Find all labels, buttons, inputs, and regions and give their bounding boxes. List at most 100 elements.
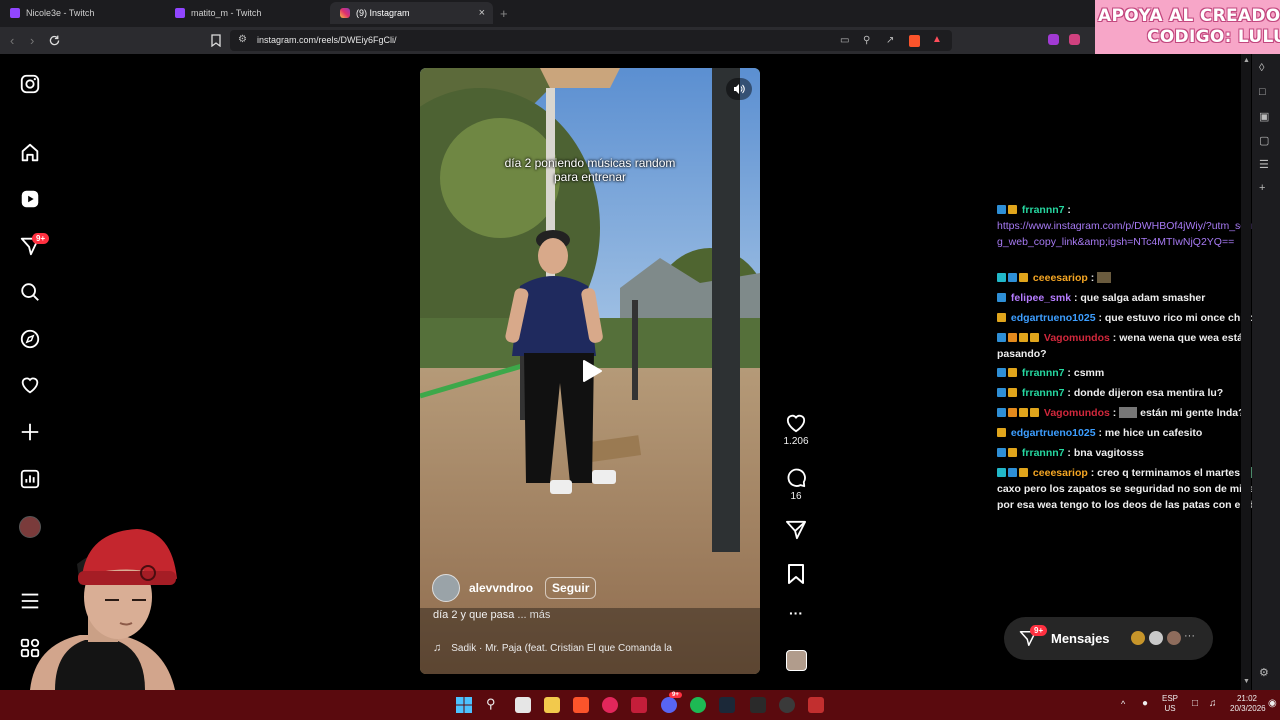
comment-count: 16: [790, 491, 802, 502]
settings-gear-icon[interactable]: ⚙: [1259, 666, 1269, 679]
reading-list-icon[interactable]: ☰: [1259, 158, 1269, 171]
chat-text: creo q terminamos el martes: [1097, 467, 1241, 479]
discord-icon[interactable]: [661, 697, 677, 713]
notifications-icon[interactable]: ◉: [1268, 698, 1277, 709]
chat-text: bna vagitosss: [1073, 447, 1144, 459]
play-icon[interactable]: [573, 354, 607, 388]
brave-browser-icon[interactable]: [573, 697, 589, 713]
bookmark-icon[interactable]: [211, 34, 221, 47]
file-explorer-icon[interactable]: [544, 697, 560, 713]
reel-music[interactable]: ♫ Sadik · Mr. Paja (feat. Cristian El qu…: [433, 642, 672, 654]
follow-button[interactable]: Seguir: [545, 577, 597, 599]
promo-line-1: APOYA AL CREADOR: [1098, 6, 1280, 26]
app-icon[interactable]: [808, 697, 824, 713]
explore-icon[interactable]: [19, 328, 41, 350]
microphone-icon[interactable]: ●: [1142, 698, 1148, 709]
promo-line-2: CODIGO: LULUI: [1147, 27, 1280, 47]
more-link[interactable]: ... más: [517, 609, 550, 621]
badge-icon: [1019, 333, 1028, 342]
home-icon[interactable]: [19, 142, 41, 164]
author-name[interactable]: alevvndroo: [469, 581, 533, 595]
options-button[interactable]: ···: [782, 605, 810, 621]
chat-sep: :: [1109, 332, 1120, 344]
close-tab-icon[interactable]: ×: [479, 7, 485, 19]
author-avatar[interactable]: [432, 574, 460, 602]
sound-toggle-button[interactable]: [726, 78, 752, 100]
history-icon[interactable]: ▢: [1259, 134, 1269, 147]
audio-thumbnail[interactable]: [786, 650, 807, 671]
screen: { "browser": { "tabs": [ {"title": "Nico…: [0, 0, 1280, 720]
tab-instagram[interactable]: (9) Instagram ×: [330, 2, 493, 24]
badge-icon: [1008, 468, 1017, 477]
chat-link[interactable]: https://www.instagram.com/p/DWHBOf4jWiy/…: [997, 218, 1277, 250]
back-icon[interactable]: ‹: [10, 33, 14, 48]
share-icon[interactable]: ↗: [886, 35, 894, 46]
search-icon[interactable]: [19, 281, 41, 303]
stream-chat-overlay: frrannn7 : https://www.instagram.com/p/D…: [994, 195, 1280, 515]
media-player-icon[interactable]: [602, 697, 618, 713]
address-bar[interactable]: ⚙ instagram.com/reels/DWEiy6FgCli/ ▭ ⚲ ↗…: [230, 30, 952, 51]
zoom-icon[interactable]: ⚲: [863, 35, 870, 46]
network-icon[interactable]: □: [1192, 698, 1198, 709]
volume-icon[interactable]: ♫: [1209, 698, 1217, 709]
scroll-down-icon[interactable]: ▼: [1243, 678, 1250, 685]
tray-overflow-icon[interactable]: ^: [1121, 699, 1125, 709]
music-title: Sadik · Mr. Paja (feat. Cristian El que …: [451, 642, 672, 654]
badge-icon: [1008, 368, 1017, 377]
forward-icon[interactable]: ›: [30, 33, 34, 48]
spotify-icon[interactable]: [690, 697, 706, 713]
app-icon[interactable]: [631, 697, 647, 713]
extension-icon[interactable]: [1069, 34, 1080, 45]
speaker-icon: [734, 84, 745, 94]
task-view-icon[interactable]: [515, 697, 531, 713]
chat-sep: :: [1064, 204, 1071, 216]
like-heart-icon[interactable]: [785, 413, 807, 433]
badge-icon: [997, 468, 1006, 477]
chat-user: edgartrueno1025: [1010, 312, 1096, 324]
new-tab-button[interactable]: +: [500, 6, 508, 21]
chat-sep: :: [1095, 427, 1105, 439]
save-bookmark-icon[interactable]: [787, 564, 805, 584]
chat-message: frrannn7 : bna vagitosss: [997, 445, 1277, 461]
chat-text: están mi gente lnda?: [1140, 407, 1245, 419]
tab-title: (9) Instagram: [356, 8, 410, 18]
obs-icon[interactable]: [779, 697, 795, 713]
page-scrollbar[interactable]: ▲ ▼: [1241, 54, 1251, 690]
clock[interactable]: 21:02 20/3/2026: [1230, 694, 1266, 714]
leo-ai-icon[interactable]: ◊: [1259, 62, 1264, 74]
tab-matito[interactable]: matito_m - Twitch: [165, 2, 330, 24]
brave-shield-icon[interactable]: [909, 35, 920, 47]
create-icon[interactable]: [19, 421, 41, 443]
wallet-icon[interactable]: ▣: [1259, 110, 1269, 123]
reload-icon[interactable]: [48, 34, 61, 47]
comment-icon[interactable]: [785, 466, 807, 488]
taskbar-search-icon[interactable]: ⚲: [486, 696, 496, 712]
steam-icon[interactable]: [719, 697, 735, 713]
brave-rewards-icon[interactable]: ▲: [932, 34, 942, 45]
badge-icon: [997, 333, 1006, 342]
dashboard-icon[interactable]: [19, 468, 41, 490]
tab-nicole3e[interactable]: Nicole3e - Twitch: [0, 2, 165, 24]
reels-icon[interactable]: [19, 188, 41, 210]
extension-icon[interactable]: [1048, 34, 1059, 45]
language-indicator[interactable]: ESP US: [1162, 694, 1178, 714]
messages-pill[interactable]: 9+ Mensajes ···: [1004, 617, 1213, 660]
heart-notifications-icon[interactable]: [19, 374, 41, 396]
badge-icon: [1019, 408, 1028, 417]
share-icon[interactable]: [785, 520, 807, 540]
url-text[interactable]: instagram.com/reels/DWEiy6FgCli/: [257, 35, 397, 45]
cast-icon[interactable]: ▭: [840, 35, 849, 46]
chat-user: felipee_smk: [1010, 292, 1072, 304]
add-panel-icon[interactable]: +: [1259, 182, 1265, 194]
epic-games-icon[interactable]: [750, 697, 766, 713]
windows-start-icon[interactable]: [456, 697, 472, 713]
scroll-up-icon[interactable]: ▲: [1243, 57, 1250, 64]
site-info-icon[interactable]: ⚙: [238, 34, 247, 45]
badge-icon: [1008, 273, 1017, 282]
instagram-logo-icon[interactable]: [19, 73, 41, 95]
instagram-favicon: [340, 8, 350, 18]
reel-video[interactable]: día 2 poniendo músicas random para entre…: [420, 68, 760, 674]
media-icon[interactable]: □: [1259, 86, 1266, 98]
badge-icon: [1019, 468, 1028, 477]
twitch-icon: [175, 8, 185, 18]
